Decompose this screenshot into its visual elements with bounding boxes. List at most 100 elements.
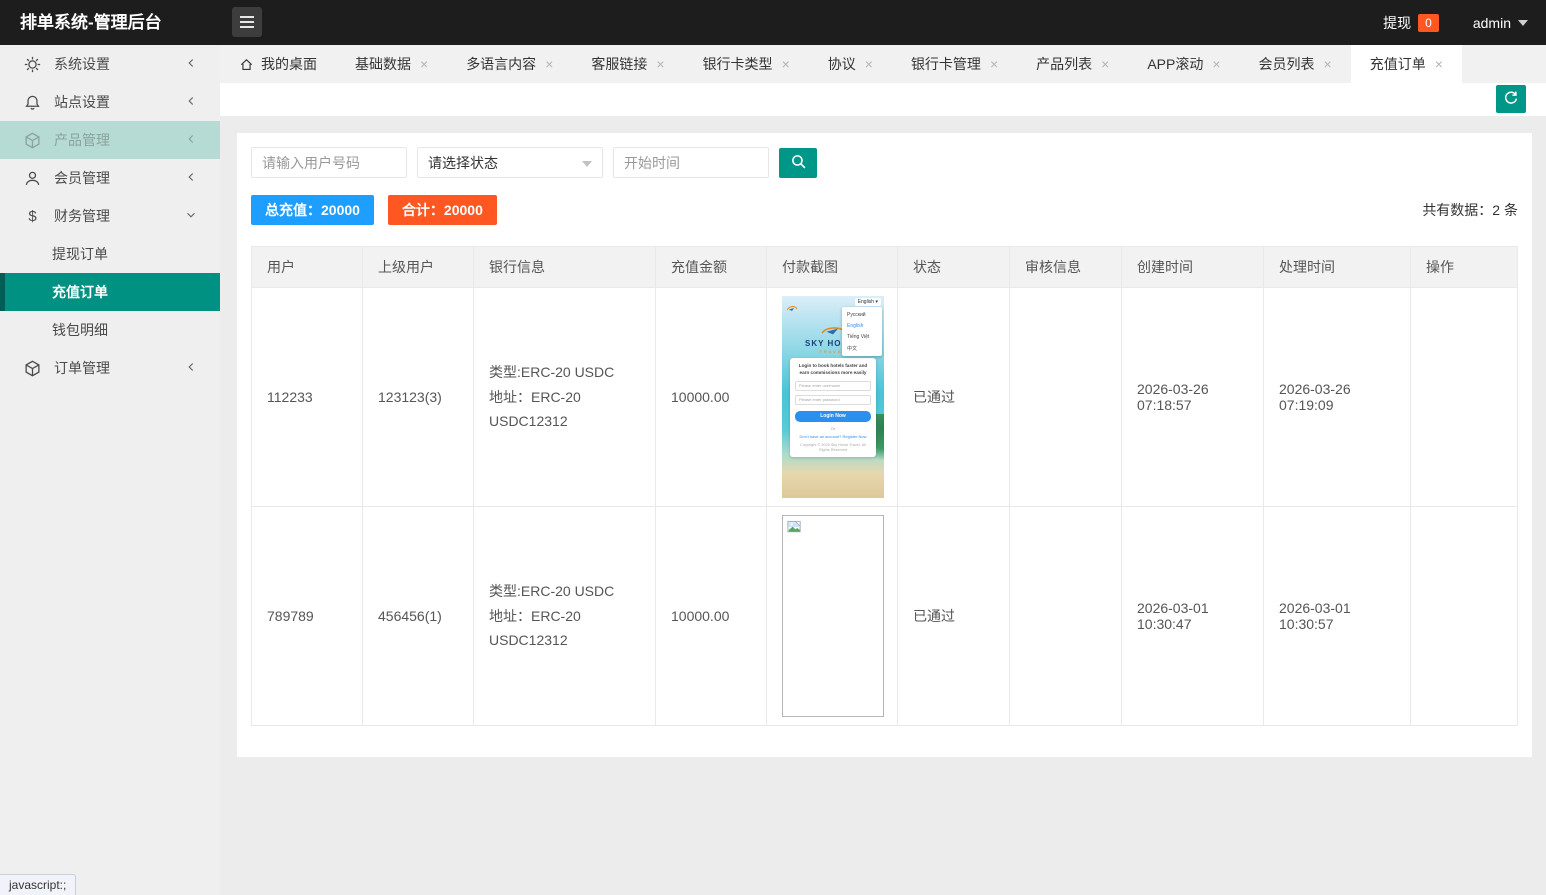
cell-actions — [1411, 507, 1518, 726]
col-user: 用户 — [252, 247, 363, 288]
start-time-input[interactable] — [613, 147, 769, 178]
cell-user: 112233 — [252, 288, 363, 507]
col-created-time: 创建时间 — [1122, 247, 1264, 288]
sidebar-subitem-label: 钱包明细 — [52, 320, 108, 340]
sidebar-item-withdraw-orders[interactable]: 提现订单 — [0, 235, 220, 273]
tab-service-links[interactable]: 客服链接 × — [572, 45, 683, 83]
close-icon[interactable]: × — [990, 56, 998, 72]
tab-product-list[interactable]: 产品列表 × — [1017, 45, 1128, 83]
sidebar-item-site-settings[interactable]: 站点设置 — [0, 83, 220, 121]
cell-parent-user: 456456(1) — [363, 507, 474, 726]
close-icon[interactable]: × — [1212, 56, 1220, 72]
close-icon[interactable]: × — [782, 56, 790, 72]
bank-type: 类型:ERC-20 USDC — [489, 579, 640, 604]
close-icon[interactable]: × — [1324, 56, 1332, 72]
mini-copyright: Copyright © 2026 Sky Horse Travel, All R… — [795, 443, 871, 453]
sidebar-subitem-label: 提现订单 — [52, 244, 108, 264]
close-icon[interactable]: × — [865, 56, 873, 72]
tab-basic-data[interactable]: 基础数据 × — [336, 45, 447, 83]
withdraw-link[interactable]: 提现 — [1383, 13, 1411, 33]
refresh-button[interactable] — [1496, 85, 1526, 113]
close-icon[interactable]: × — [420, 56, 428, 72]
sidebar-item-label: 系统设置 — [54, 54, 110, 74]
toolbar — [220, 83, 1546, 116]
mini-login-button: Login Now — [795, 411, 871, 422]
sidebar-item-order-management[interactable]: 订单管理 — [0, 349, 220, 387]
tab-bankcard-types[interactable]: 银行卡类型 × — [684, 45, 809, 83]
mini-language-button: English ▾ — [855, 298, 881, 306]
sidebar-item-recharge-orders[interactable]: 充值订单 — [0, 273, 220, 311]
col-status: 状态 — [898, 247, 1010, 288]
mini-username-field: Please enter username — [795, 381, 871, 391]
close-icon[interactable]: × — [1435, 56, 1443, 72]
close-icon[interactable]: × — [656, 56, 664, 72]
top-header: 排单系统-管理后台 提现 0 admin — [0, 0, 1546, 45]
sidebar-item-member-management[interactable]: 会员管理 — [0, 159, 220, 197]
cell-user: 789789 — [252, 507, 363, 726]
cell-audit-info — [1010, 288, 1122, 507]
close-icon[interactable]: × — [545, 56, 553, 72]
payment-screenshot-thumbnail[interactable]: English ▾ Русский English Tiếng Việt 中文 … — [782, 296, 884, 498]
broken-image-placeholder[interactable] — [782, 515, 884, 717]
col-actions: 操作 — [1411, 247, 1518, 288]
sidebar-item-wallet-details[interactable]: 钱包明细 — [0, 311, 220, 349]
tab-label: 协议 — [828, 54, 856, 74]
tab-multilanguage[interactable]: 多语言内容 × — [447, 45, 572, 83]
cell-parent-user: 123123(3) — [363, 288, 474, 507]
tab-member-list[interactable]: 会员列表× — [1240, 45, 1351, 83]
bank-type: 类型:ERC-20 USDC — [489, 360, 640, 385]
cell-status: 已通过 — [898, 507, 1010, 726]
cell-bank-info: 类型:ERC-20 USDC 地址：ERC-20 USDC12312 — [474, 507, 656, 726]
col-bank-info: 银行信息 — [474, 247, 656, 288]
tab-label: APP滚动 — [1147, 54, 1203, 74]
close-icon[interactable]: × — [1101, 56, 1109, 72]
tab-my-desktop[interactable]: 我的桌面 — [220, 45, 336, 83]
status-select[interactable]: 请选择状态 — [417, 147, 603, 178]
chevron-left-icon — [184, 132, 198, 149]
col-audit-info: 审核信息 — [1010, 247, 1122, 288]
tab-label: 我的桌面 — [261, 54, 317, 74]
cell-bank-info: 类型:ERC-20 USDC 地址：ERC-20 USDC12312 — [474, 288, 656, 507]
chevron-left-icon — [184, 170, 198, 187]
mini-language-option: 中文 — [842, 342, 882, 354]
tab-label: 银行卡类型 — [703, 54, 773, 74]
admin-menu[interactable]: admin — [1473, 15, 1511, 31]
tab-label: 产品列表 — [1036, 54, 1092, 74]
status-select-value: 请选择状态 — [428, 153, 498, 173]
cell-audit-info — [1010, 507, 1122, 726]
sidebar-item-label: 站点设置 — [54, 92, 110, 112]
main-content: 请选择状态 总充值：20000 合计：20000 共有数据：2 条 用户 — [220, 116, 1546, 895]
mini-register-text: Don't have an account? — [799, 434, 841, 439]
tab-label: 客服链接 — [591, 54, 647, 74]
sidebar-item-product-management[interactable]: 产品管理 — [0, 121, 220, 159]
tab-agreement[interactable]: 协议 × — [809, 45, 892, 83]
app-title: 排单系统-管理后台 — [20, 0, 162, 45]
search-icon — [790, 153, 807, 173]
record-count: 共有数据：2 条 — [1422, 200, 1518, 220]
sidebar-item-finance-management[interactable]: $ 财务管理 — [0, 197, 220, 235]
user-icon — [24, 170, 41, 187]
cell-created-time: 2026-03-01 10:30:47 — [1122, 507, 1264, 726]
mini-language-menu: Русский English Tiếng Việt 中文 — [842, 307, 882, 356]
refresh-icon — [1503, 90, 1519, 109]
cell-amount: 10000.00 — [656, 288, 767, 507]
search-button[interactable] — [779, 148, 817, 178]
sidebar-item-system-settings[interactable]: 系统设置 — [0, 45, 220, 83]
tab-bankcard-management[interactable]: 银行卡管理× — [892, 45, 1017, 83]
dollar-icon: $ — [24, 208, 41, 225]
tab-app-scroll[interactable]: APP滚动 × — [1128, 45, 1239, 83]
hamburger-menu-icon[interactable] — [232, 7, 262, 37]
cell-processed-time: 2026-03-26 07:19:09 — [1264, 288, 1411, 507]
bell-icon — [24, 94, 41, 111]
mini-register-line: Don't have an account? Register Now — [795, 434, 871, 439]
sidebar-subitem-label: 充值订单 — [52, 282, 108, 302]
cube-icon — [24, 132, 41, 149]
broken-image-icon — [787, 520, 802, 535]
tab-label: 多语言内容 — [466, 54, 536, 74]
chevron-left-icon — [184, 94, 198, 111]
mini-language-option: Русский — [842, 309, 882, 320]
tab-recharge-orders[interactable]: 充值订单× — [1351, 45, 1462, 83]
tab-label: 基础数据 — [355, 54, 411, 74]
user-number-input[interactable] — [251, 147, 407, 178]
mini-login-card: Login to book hotels faster and earn com… — [790, 358, 876, 457]
